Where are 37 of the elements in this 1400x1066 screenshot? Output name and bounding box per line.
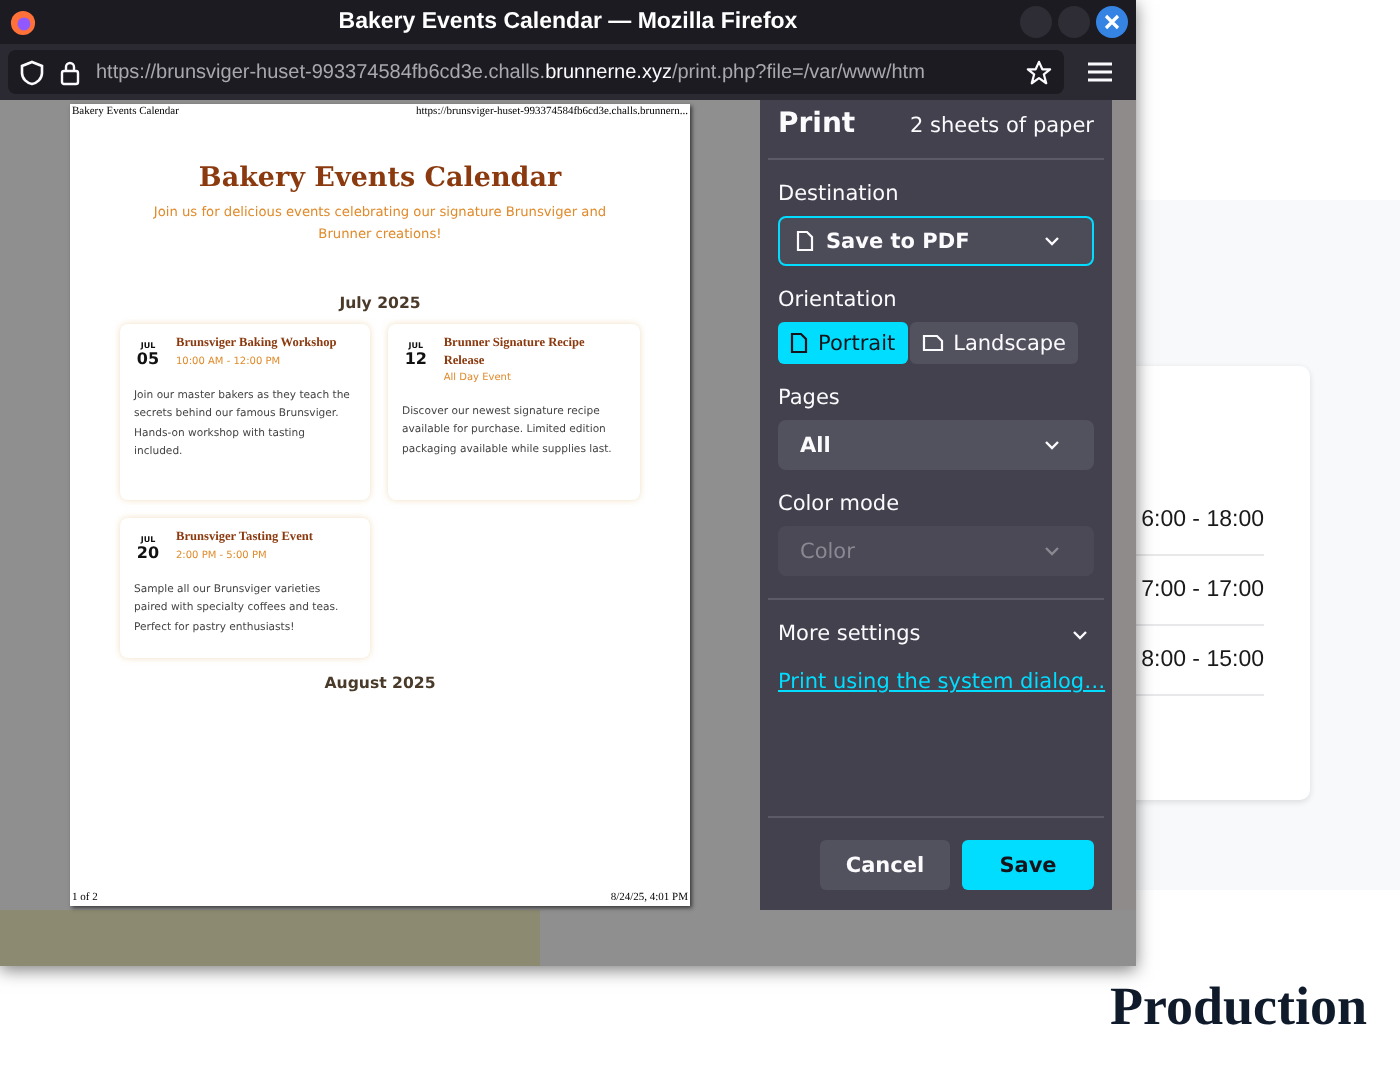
setting-label: Orientation	[778, 288, 899, 312]
document-icon	[796, 230, 814, 252]
menu-icon[interactable]	[1088, 62, 1112, 82]
more-settings-toggle[interactable]: More settings	[778, 622, 1094, 646]
setting-label: Destination	[778, 182, 901, 206]
cancel-button[interactable]: Cancel	[820, 840, 950, 890]
event-day: 05	[136, 350, 160, 368]
calendar-title: Bakery Events Calendar	[198, 162, 562, 194]
landscape-page-icon	[921, 334, 944, 352]
chevron-down-icon	[1044, 440, 1060, 450]
select-field[interactable]: All	[778, 420, 1094, 470]
window-title: Bakery Events Calendar — Mozilla Firefox	[336, 10, 800, 34]
orientation-toggle[interactable]: Landscape	[909, 322, 1079, 364]
opening-hours: 8:00 - 15:00	[1141, 648, 1264, 672]
chevron-down-icon	[1044, 236, 1060, 246]
bookmark-star-icon[interactable]	[1026, 59, 1052, 85]
section-heading: Production	[1110, 976, 1368, 1038]
save-button[interactable]: Save	[962, 840, 1094, 890]
opening-hours: 6:00 - 18:00	[1141, 508, 1264, 532]
address-bar[interactable]: https://brunsviger-huset-993374584fb6cd3e.challs.brunnerne.xyz/print.php?file=/var/www/htm	[8, 50, 1064, 94]
setting-label: Pages	[778, 386, 842, 410]
chevron-down-icon	[1044, 546, 1060, 556]
sheet-count: 2 sheets of paper	[910, 114, 1094, 138]
opening-hours: 7:00 - 17:00	[1141, 578, 1264, 602]
select-field[interactable]: Save to PDF	[778, 216, 1094, 266]
event-day: 12	[404, 350, 427, 368]
print-title: Print	[778, 108, 856, 140]
browser-logo-icon	[10, 9, 36, 35]
close-icon[interactable]	[1096, 6, 1128, 38]
portrait-page-icon	[790, 332, 808, 354]
chevron-down-icon	[1072, 629, 1088, 639]
event-day: 20	[136, 544, 160, 562]
shield-icon[interactable]	[20, 59, 44, 85]
orientation-toggle[interactable]: Portrait	[778, 322, 908, 364]
system-dialog-link[interactable]: Print using the system dialog…	[778, 670, 1106, 694]
setting-label: Color mode	[778, 492, 902, 516]
lock-icon[interactable]	[60, 59, 80, 85]
